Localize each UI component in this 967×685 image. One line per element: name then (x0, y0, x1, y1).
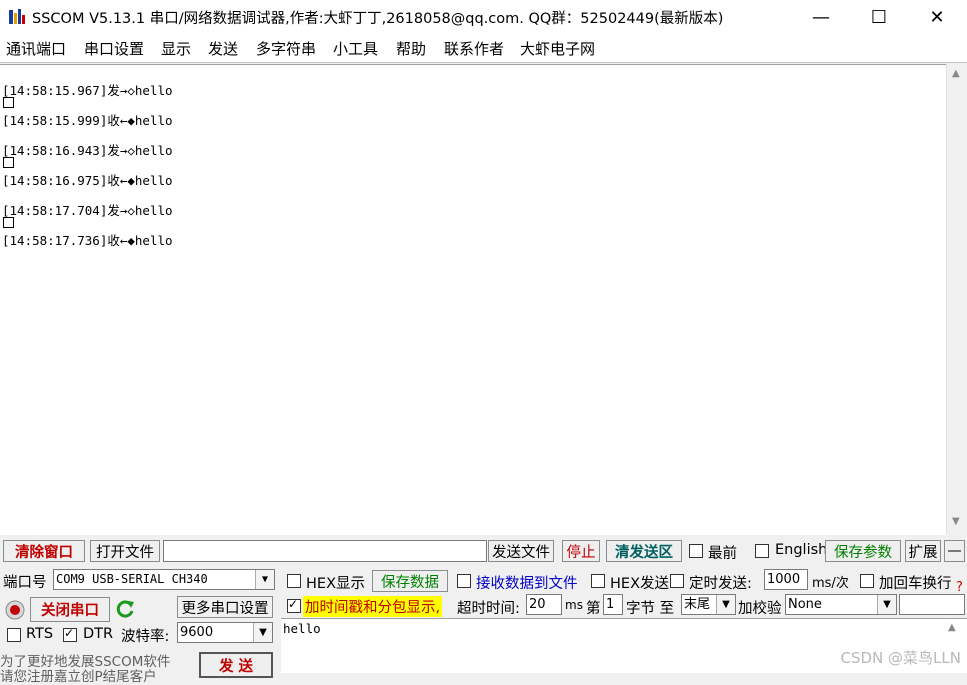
recv-to-file-label: 接收数据到文件 (476, 576, 578, 592)
log-line: [14:58:15.999]收←◆hello (2, 113, 173, 128)
newline-glyph (3, 157, 14, 168)
menu-tools[interactable]: 小工具 (333, 38, 378, 59)
dtr-label: DTR (83, 626, 114, 642)
checksum-value: None (788, 597, 822, 612)
close-port-button[interactable]: 关闭串口 (30, 597, 110, 622)
port-label: 端口号 (3, 575, 47, 591)
hex-send-label: HEX发送 (610, 576, 669, 592)
clear-window-button[interactable]: 清除窗口 (3, 540, 85, 562)
expand-button[interactable]: 扩展 (905, 540, 941, 562)
send-file-button[interactable]: 发送文件 (488, 540, 554, 562)
english-label: English (775, 542, 828, 558)
menu-display[interactable]: 显示 (161, 38, 191, 59)
english-checkbox[interactable] (755, 544, 769, 558)
baud-label: 波特率: (121, 629, 170, 645)
latest-label: 最前 (708, 546, 737, 562)
end-value: 末尾 (684, 597, 711, 612)
save-params-button[interactable]: 保存参数 (825, 540, 901, 562)
timeout-unit: ms (565, 598, 583, 612)
chevron-down-icon[interactable]: ▼ (253, 623, 272, 642)
stop-button[interactable]: 停止 (562, 540, 600, 562)
scroll-up-icon[interactable]: ▲ (952, 68, 960, 79)
scroll-down-icon[interactable]: ▼ (952, 516, 960, 527)
port-value: COM9 USB-SERIAL CH340 (56, 572, 208, 586)
title-bar: SSCOM V5.13.1 串口/网络数据调试器,作者:大虾丁丁,2618058… (0, 0, 967, 34)
add-crlf-checkbox[interactable] (860, 574, 874, 588)
baud-value: 9600 (180, 625, 214, 640)
file-path-field[interactable] (163, 540, 487, 562)
newline-glyph (3, 97, 14, 108)
window-title: SSCOM V5.13.1 串口/网络数据调试器,作者:大虾丁丁,2618058… (32, 11, 724, 27)
record-icon (5, 600, 25, 620)
latest-checkbox[interactable] (689, 544, 703, 558)
byte-to-label: 字节 至 (626, 601, 675, 617)
nth-input[interactable]: 1 (603, 594, 623, 615)
recv-to-file-checkbox[interactable] (457, 574, 471, 588)
port-select[interactable]: COM9 USB-SERIAL CH340 ▼ (53, 569, 275, 590)
menu-multi-string[interactable]: 多字符串 (256, 38, 316, 59)
scroll-up-icon[interactable]: ▲ (948, 622, 956, 633)
hex-display-checkbox[interactable] (287, 574, 301, 588)
open-file-button[interactable]: 打开文件 (90, 540, 160, 562)
more-settings-button[interactable]: 更多串口设置 (177, 596, 273, 618)
log-line: [14:58:16.943]发→◇hello (2, 143, 173, 158)
send-text: hello (283, 621, 321, 636)
chevron-down-icon[interactable]: ▼ (255, 570, 274, 589)
checksum-select[interactable]: None ▼ (785, 594, 897, 615)
end-select[interactable]: 末尾 ▼ (681, 594, 736, 615)
log-line: [14:58:17.704]发→◇hello (2, 203, 173, 218)
save-data-button[interactable]: 保存数据 (372, 570, 448, 592)
menu-contact[interactable]: 联系作者 (444, 38, 504, 59)
menu-help[interactable]: 帮助 (396, 38, 426, 59)
timestamp-checkbox[interactable] (287, 597, 301, 613)
interval-unit: ms/次 (812, 576, 849, 591)
menu-serial-settings[interactable]: 串口设置 (84, 38, 144, 59)
chevron-down-icon[interactable]: ▼ (716, 595, 735, 614)
menu-website[interactable]: 大虾电子网 (520, 38, 595, 59)
checksum-output (899, 594, 965, 615)
log-line: [14:58:15.967]发→◇hello (2, 83, 173, 98)
watermark: CSDN @菜鸟LLN (840, 649, 961, 667)
menu-port[interactable]: 通讯端口 (6, 38, 66, 59)
vertical-scrollbar[interactable]: ▲ ▼ (946, 64, 967, 534)
newline-glyph (3, 217, 14, 228)
close-button[interactable]: ✕ (908, 0, 966, 34)
collapse-button[interactable]: — (944, 540, 965, 562)
promo-text-2: 请您注册嘉立创P结尾客户 (0, 669, 157, 685)
hex-display-label: HEX显示 (306, 576, 365, 592)
log-line: [14:58:17.736]收←◆hello (2, 233, 173, 248)
app-icon (9, 9, 25, 24)
timed-send-checkbox[interactable] (670, 574, 684, 588)
maximize-button[interactable]: ☐ (850, 0, 908, 34)
baud-select[interactable]: 9600 ▼ (177, 622, 273, 643)
receive-area[interactable]: [14:58:15.967]发→◇hello [14:58:15.999]收←◆… (0, 64, 946, 535)
timed-send-label: 定时发送: (689, 576, 752, 592)
timeout-input[interactable]: 20 (526, 594, 562, 615)
dtr-checkbox[interactable] (63, 626, 77, 642)
checksum-label: 加校验 (738, 601, 782, 617)
chevron-down-icon[interactable]: ▼ (877, 595, 896, 614)
hex-send-checkbox[interactable] (591, 574, 605, 588)
help-icon[interactable]: ? (956, 580, 963, 595)
menu-bar: 通讯端口 串口设置 显示 发送 多字符串 小工具 帮助 联系作者 大虾电子网 (0, 34, 967, 63)
add-crlf-label: 加回车换行 (879, 576, 952, 592)
menu-send[interactable]: 发送 (208, 38, 238, 59)
rts-checkbox[interactable] (7, 628, 21, 642)
refresh-icon[interactable] (116, 599, 136, 619)
minimize-button[interactable]: — (792, 0, 850, 34)
interval-input[interactable]: 1000 (764, 569, 808, 590)
send-button[interactable]: 发 送 (199, 652, 273, 678)
timeout-label: 超时时间: (457, 601, 520, 617)
nth-label: 第 (586, 601, 601, 617)
log-line: [14:58:16.975]收←◆hello (2, 173, 173, 188)
rts-label: RTS (26, 626, 54, 642)
timestamp-label: 加时间戳和分包显示, (303, 596, 443, 617)
clear-send-button[interactable]: 清发送区 (606, 540, 682, 562)
